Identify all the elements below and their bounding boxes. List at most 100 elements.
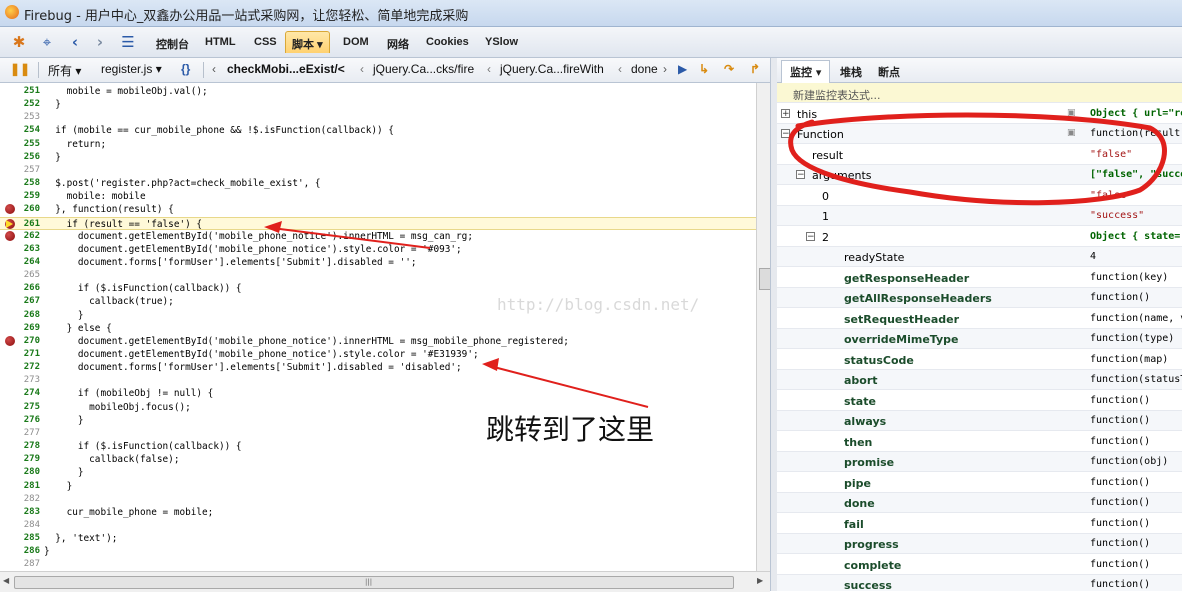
watch-row[interactable]: progress function() — [777, 534, 1182, 554]
file-dropdown[interactable]: register.js ▾ — [101, 62, 162, 76]
line-gutter[interactable]: 269 — [0, 322, 44, 335]
line-gutter[interactable]: 263 — [0, 243, 44, 256]
code-line[interactable]: 283 cur_mobile_phone = mobile; — [0, 506, 756, 519]
panel-splitter[interactable] — [770, 58, 777, 591]
line-gutter[interactable]: 262 — [0, 230, 44, 243]
watch-row[interactable]: success function() — [777, 575, 1182, 591]
tab-watch[interactable]: 监控 ▾ — [781, 60, 831, 83]
watch-row[interactable]: −2 Object { state= — [777, 227, 1182, 247]
watch-row[interactable]: setRequestHeader function(name, va — [777, 309, 1182, 329]
line-gutter[interactable]: 282 — [0, 493, 44, 506]
code-line[interactable]: 257 — [0, 164, 756, 177]
tab-html[interactable]: HTML — [205, 36, 236, 48]
stack-frame[interactable]: jQuery.Ca...fireWith — [500, 62, 604, 76]
line-gutter[interactable]: 265 — [0, 269, 44, 282]
code-line[interactable]: 282 — [0, 493, 756, 506]
code-line[interactable]: 253 — [0, 111, 756, 124]
line-gutter[interactable]: 261 — [0, 218, 44, 231]
code-line[interactable]: 265 — [0, 269, 756, 282]
tab-script[interactable]: 脚本 ▾ — [285, 31, 330, 53]
code-line[interactable]: 266 if ($.isFunction(callback)) { — [0, 282, 756, 295]
source-code-view[interactable]: 251 mobile = mobileObj.val(); 252 } 253 254… — [0, 83, 756, 571]
expand-icon[interactable]: + — [781, 108, 790, 118]
scroll-thumb[interactable] — [14, 576, 734, 589]
watch-row[interactable]: getAllResponseHeaders function() — [777, 288, 1182, 308]
line-gutter[interactable]: 257 — [0, 164, 44, 177]
code-line[interactable]: 281 } — [0, 480, 756, 493]
watch-row[interactable]: pipe function() — [777, 473, 1182, 493]
line-gutter[interactable]: 259 — [0, 190, 44, 203]
watch-row[interactable]: always function() — [777, 411, 1182, 431]
code-line[interactable]: 280 } — [0, 466, 756, 479]
line-gutter[interactable]: 260 — [0, 203, 44, 216]
code-line[interactable]: 277 — [0, 427, 756, 440]
stack-left-icon[interactable]: ‹ — [212, 62, 216, 76]
line-gutter[interactable]: 258 — [0, 177, 44, 190]
firebug-menu-icon[interactable]: ✱ — [10, 33, 28, 51]
watch-row[interactable]: 0 "false" — [777, 186, 1182, 206]
code-line[interactable]: 270 document.getElementById('mobile_phon… — [0, 335, 756, 348]
code-line[interactable]: 264 document.forms['formUser'].elements[… — [0, 256, 756, 269]
pause-icon[interactable]: ❚❚ — [10, 62, 30, 76]
code-line[interactable]: 261 if (result == 'false') { — [0, 216, 756, 231]
code-line[interactable]: 273 — [0, 374, 756, 387]
tab-dom[interactable]: DOM — [343, 36, 369, 48]
line-gutter[interactable]: 271 — [0, 348, 44, 361]
back-icon[interactable]: ‹ — [66, 33, 84, 51]
line-gutter[interactable]: 278 — [0, 440, 44, 453]
code-line[interactable]: 276 } — [0, 414, 756, 427]
code-vertical-scrollbar[interactable] — [756, 83, 771, 571]
code-line[interactable]: 268 } — [0, 309, 756, 322]
scroll-right-icon[interactable]: ▶ — [757, 576, 763, 585]
line-gutter[interactable]: 255 — [0, 138, 44, 151]
code-line[interactable]: 267 callback(true); — [0, 295, 756, 308]
breakpoint-icon[interactable] — [5, 335, 15, 346]
collapse-icon[interactable]: − — [796, 170, 805, 180]
line-gutter[interactable]: 270 — [0, 335, 44, 348]
watch-row[interactable]: readyState 4 — [777, 247, 1182, 267]
tab-console[interactable]: 控制台 — [156, 36, 189, 52]
collapse-icon[interactable]: − — [806, 231, 815, 241]
watch-row[interactable]: + this ▣ Object { url="re — [777, 104, 1182, 124]
stack-frame-current[interactable]: checkMobi...eExist/< — [227, 62, 345, 76]
tab-yslow[interactable]: YSlow — [485, 36, 518, 48]
code-line[interactable]: 260 }, function(result) { — [0, 203, 756, 216]
line-gutter[interactable]: 276 — [0, 414, 44, 427]
code-line[interactable]: 254 if (mobile == cur_mobile_phone && !$… — [0, 124, 756, 137]
code-line[interactable]: 269 } else { — [0, 322, 756, 335]
line-gutter[interactable]: 273 — [0, 374, 44, 387]
collapse-icon[interactable]: − — [781, 129, 790, 139]
line-gutter[interactable]: 252 — [0, 98, 44, 111]
code-line[interactable]: 256 } — [0, 151, 756, 164]
stack-frame[interactable]: jQuery.Ca...cks/fire — [373, 62, 474, 76]
tab-stack[interactable]: 堆栈 — [840, 64, 862, 80]
tab-network[interactable]: 网络 — [387, 36, 409, 52]
code-line[interactable]: 258 $.post('register.php?act=check_mobil… — [0, 177, 756, 190]
line-gutter[interactable]: 264 — [0, 256, 44, 269]
breakpoint-icon[interactable] — [5, 218, 15, 229]
line-gutter[interactable]: 281 — [0, 480, 44, 493]
line-gutter[interactable]: 285 — [0, 532, 44, 545]
line-gutter[interactable]: 284 — [0, 519, 44, 532]
line-gutter[interactable]: 283 — [0, 506, 44, 519]
code-line[interactable]: 263 document.getElementById('mobile_phon… — [0, 243, 756, 256]
line-gutter[interactable]: 251 — [0, 85, 44, 98]
tab-css[interactable]: CSS — [254, 36, 277, 48]
forward-icon[interactable]: › — [91, 33, 109, 51]
code-line[interactable]: 271 document.getElementById('mobile_phon… — [0, 348, 756, 361]
breakpoint-icon[interactable] — [5, 230, 15, 241]
tab-cookies[interactable]: Cookies — [426, 36, 469, 48]
watch-row[interactable]: result "false" — [777, 145, 1182, 165]
line-gutter[interactable]: 254 — [0, 124, 44, 137]
line-gutter[interactable]: 266 — [0, 282, 44, 295]
code-line[interactable]: 255 return; — [0, 138, 756, 151]
watch-row[interactable]: state function() — [777, 391, 1182, 411]
new-watch-expression[interactable]: 新建监控表达式... — [777, 83, 1182, 103]
code-line[interactable]: 279 callback(false); — [0, 453, 756, 466]
watch-row[interactable]: complete function() — [777, 555, 1182, 575]
code-line[interactable]: 272 document.forms['formUser'].elements[… — [0, 361, 756, 374]
code-line[interactable]: 274 if (mobileObj != null) { — [0, 387, 756, 400]
inspect-icon[interactable]: ⌖ — [38, 33, 56, 51]
scroll-left-icon[interactable]: ◀ — [3, 576, 9, 585]
line-gutter[interactable]: 279 — [0, 453, 44, 466]
